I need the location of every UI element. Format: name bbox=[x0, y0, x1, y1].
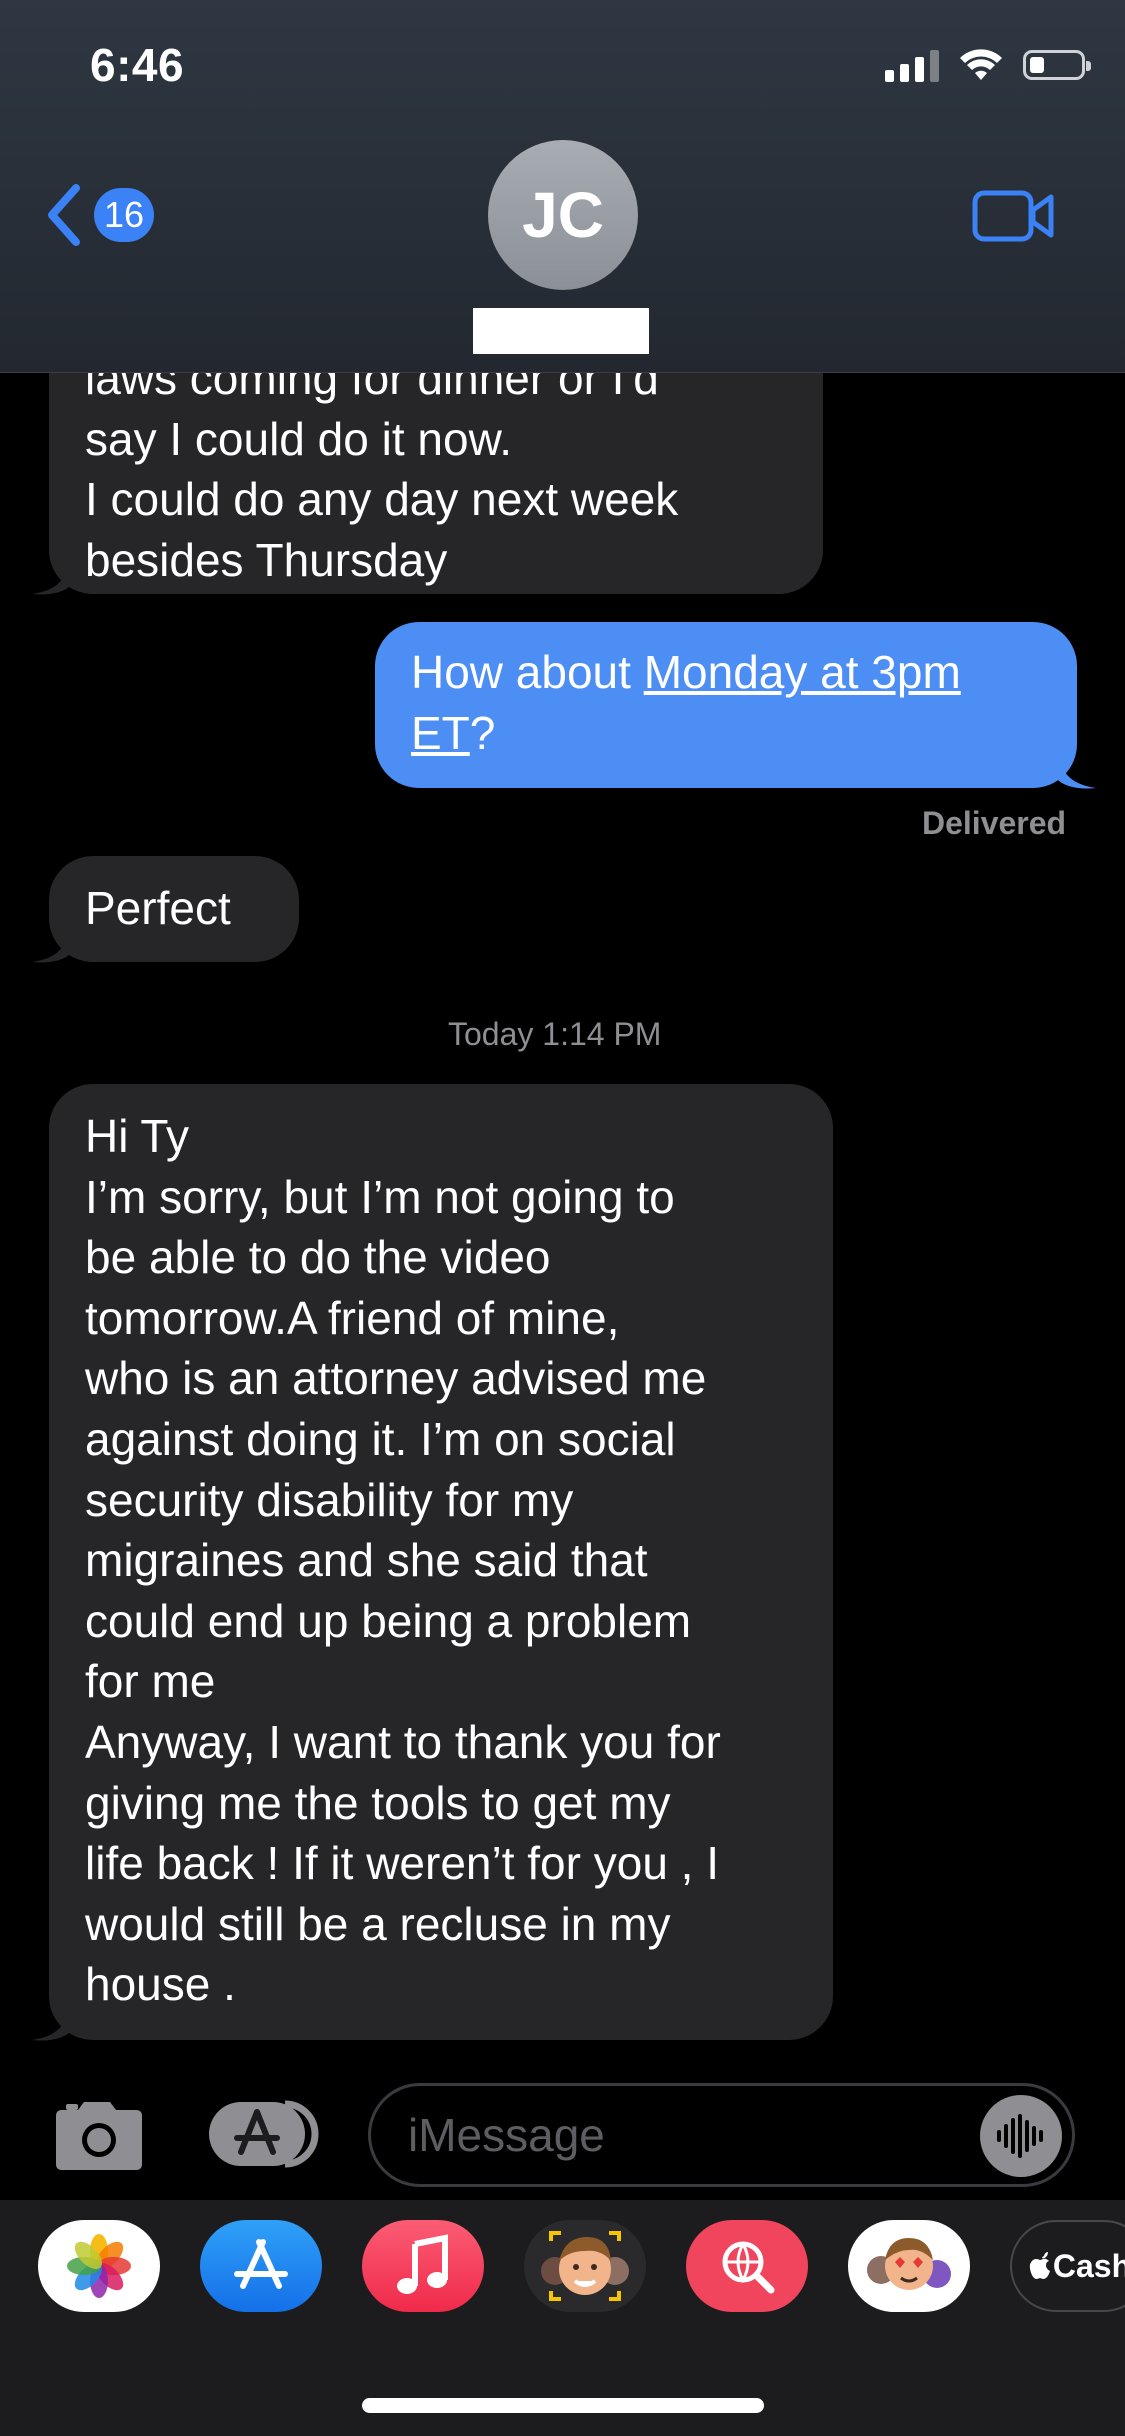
animoji-stickers-icon bbox=[867, 2238, 951, 2290]
message-line: I’m sorry, but I’m not going to bbox=[85, 1170, 675, 1223]
battery-icon bbox=[1023, 50, 1091, 80]
message-text: ? bbox=[469, 706, 496, 759]
status-icons bbox=[885, 48, 1091, 82]
app-store-icon bbox=[234, 2239, 288, 2289]
message-line: against doing it. I’m on social bbox=[85, 1412, 676, 1465]
message-line: Hi Ty bbox=[85, 1110, 189, 1162]
message-line: security disability for my bbox=[85, 1473, 574, 1526]
message-line: migraines and she said that bbox=[85, 1534, 648, 1587]
music-app-button[interactable] bbox=[362, 2220, 484, 2312]
contact-avatar[interactable]: JC bbox=[488, 140, 638, 290]
waveform-icon bbox=[997, 2114, 1043, 2158]
contact-name-redacted bbox=[473, 308, 649, 354]
date-link[interactable]: Monday at 3pm bbox=[644, 646, 961, 698]
message-line: giving me the tools to get my bbox=[85, 1776, 671, 1829]
message-text: Perfect bbox=[85, 882, 231, 934]
app-store-button[interactable] bbox=[207, 2098, 319, 2175]
photos-icon bbox=[67, 2234, 131, 2298]
message-line: tomorrow.A friend of mine, bbox=[85, 1291, 620, 1344]
apple-cash-app-button[interactable]: Cash bbox=[1010, 2220, 1125, 2312]
imessage-placeholder: iMessage bbox=[408, 2109, 605, 2161]
audio-message-button[interactable] bbox=[980, 2095, 1062, 2177]
bubble-tail bbox=[32, 924, 70, 963]
photos-app-button[interactable] bbox=[38, 2220, 160, 2312]
message-text: How about bbox=[411, 646, 644, 698]
bubble-tail bbox=[32, 556, 70, 595]
message-line: who is an attorney advised me bbox=[85, 1352, 707, 1405]
facetime-video-button[interactable] bbox=[972, 188, 1054, 249]
bubble-tail bbox=[1058, 750, 1096, 789]
camera-icon bbox=[56, 2102, 142, 2170]
memoji-app-button[interactable] bbox=[524, 2220, 646, 2312]
video-camera-icon bbox=[972, 190, 1054, 242]
message-line: besides Thursday bbox=[85, 533, 448, 586]
app-store-icon bbox=[209, 2100, 319, 2168]
animoji-stickers-app-button[interactable] bbox=[848, 2220, 970, 2312]
camera-button[interactable] bbox=[52, 2100, 146, 2177]
message-line: for me bbox=[85, 1655, 216, 1708]
memoji-icon bbox=[541, 2231, 629, 2301]
apple-logo-icon bbox=[1029, 2252, 1050, 2279]
app-store-app-button[interactable] bbox=[200, 2220, 322, 2312]
received-message[interactable]: Hi Ty I’m sorry, but I’m not going to be… bbox=[49, 1084, 833, 2040]
message-line: house . bbox=[85, 1958, 236, 2011]
bubble-tail bbox=[32, 2002, 70, 2041]
home-indicator[interactable] bbox=[362, 2398, 764, 2413]
timestamp: Today 1:14 PM bbox=[448, 1016, 662, 1052]
sent-message[interactable]: How about Monday at 3pm ET? bbox=[375, 622, 1077, 788]
message-line: life back ! If it weren’t for you , I bbox=[85, 1837, 720, 1890]
status-time: 6:46 bbox=[90, 39, 185, 91]
message-line: could end up being a problem bbox=[85, 1594, 692, 1647]
message-line: I could do any day next week bbox=[85, 473, 679, 526]
web-search-app-button[interactable] bbox=[686, 2220, 808, 2312]
wifi-icon bbox=[960, 49, 1002, 80]
web-search-icon bbox=[722, 2241, 775, 2294]
chevron-left-icon bbox=[48, 184, 80, 246]
delivered-status: Delivered bbox=[922, 805, 1067, 841]
message-line: say I could do it now. bbox=[85, 412, 513, 465]
apple-cash-label: Cash bbox=[1052, 2247, 1125, 2284]
unread-count-badge: 16 bbox=[94, 188, 155, 242]
message-line: be able to do the video bbox=[85, 1231, 551, 1284]
message-line: Anyway, I want to thank you for bbox=[85, 1715, 721, 1768]
received-message[interactable]: Perfect bbox=[49, 856, 299, 962]
date-link[interactable]: ET bbox=[411, 707, 470, 759]
cellular-signal-icon bbox=[885, 48, 939, 82]
music-icon bbox=[397, 2234, 448, 2294]
back-button[interactable]: 16 bbox=[44, 182, 155, 248]
message-line: would still be a recluse in my bbox=[85, 1897, 671, 1950]
